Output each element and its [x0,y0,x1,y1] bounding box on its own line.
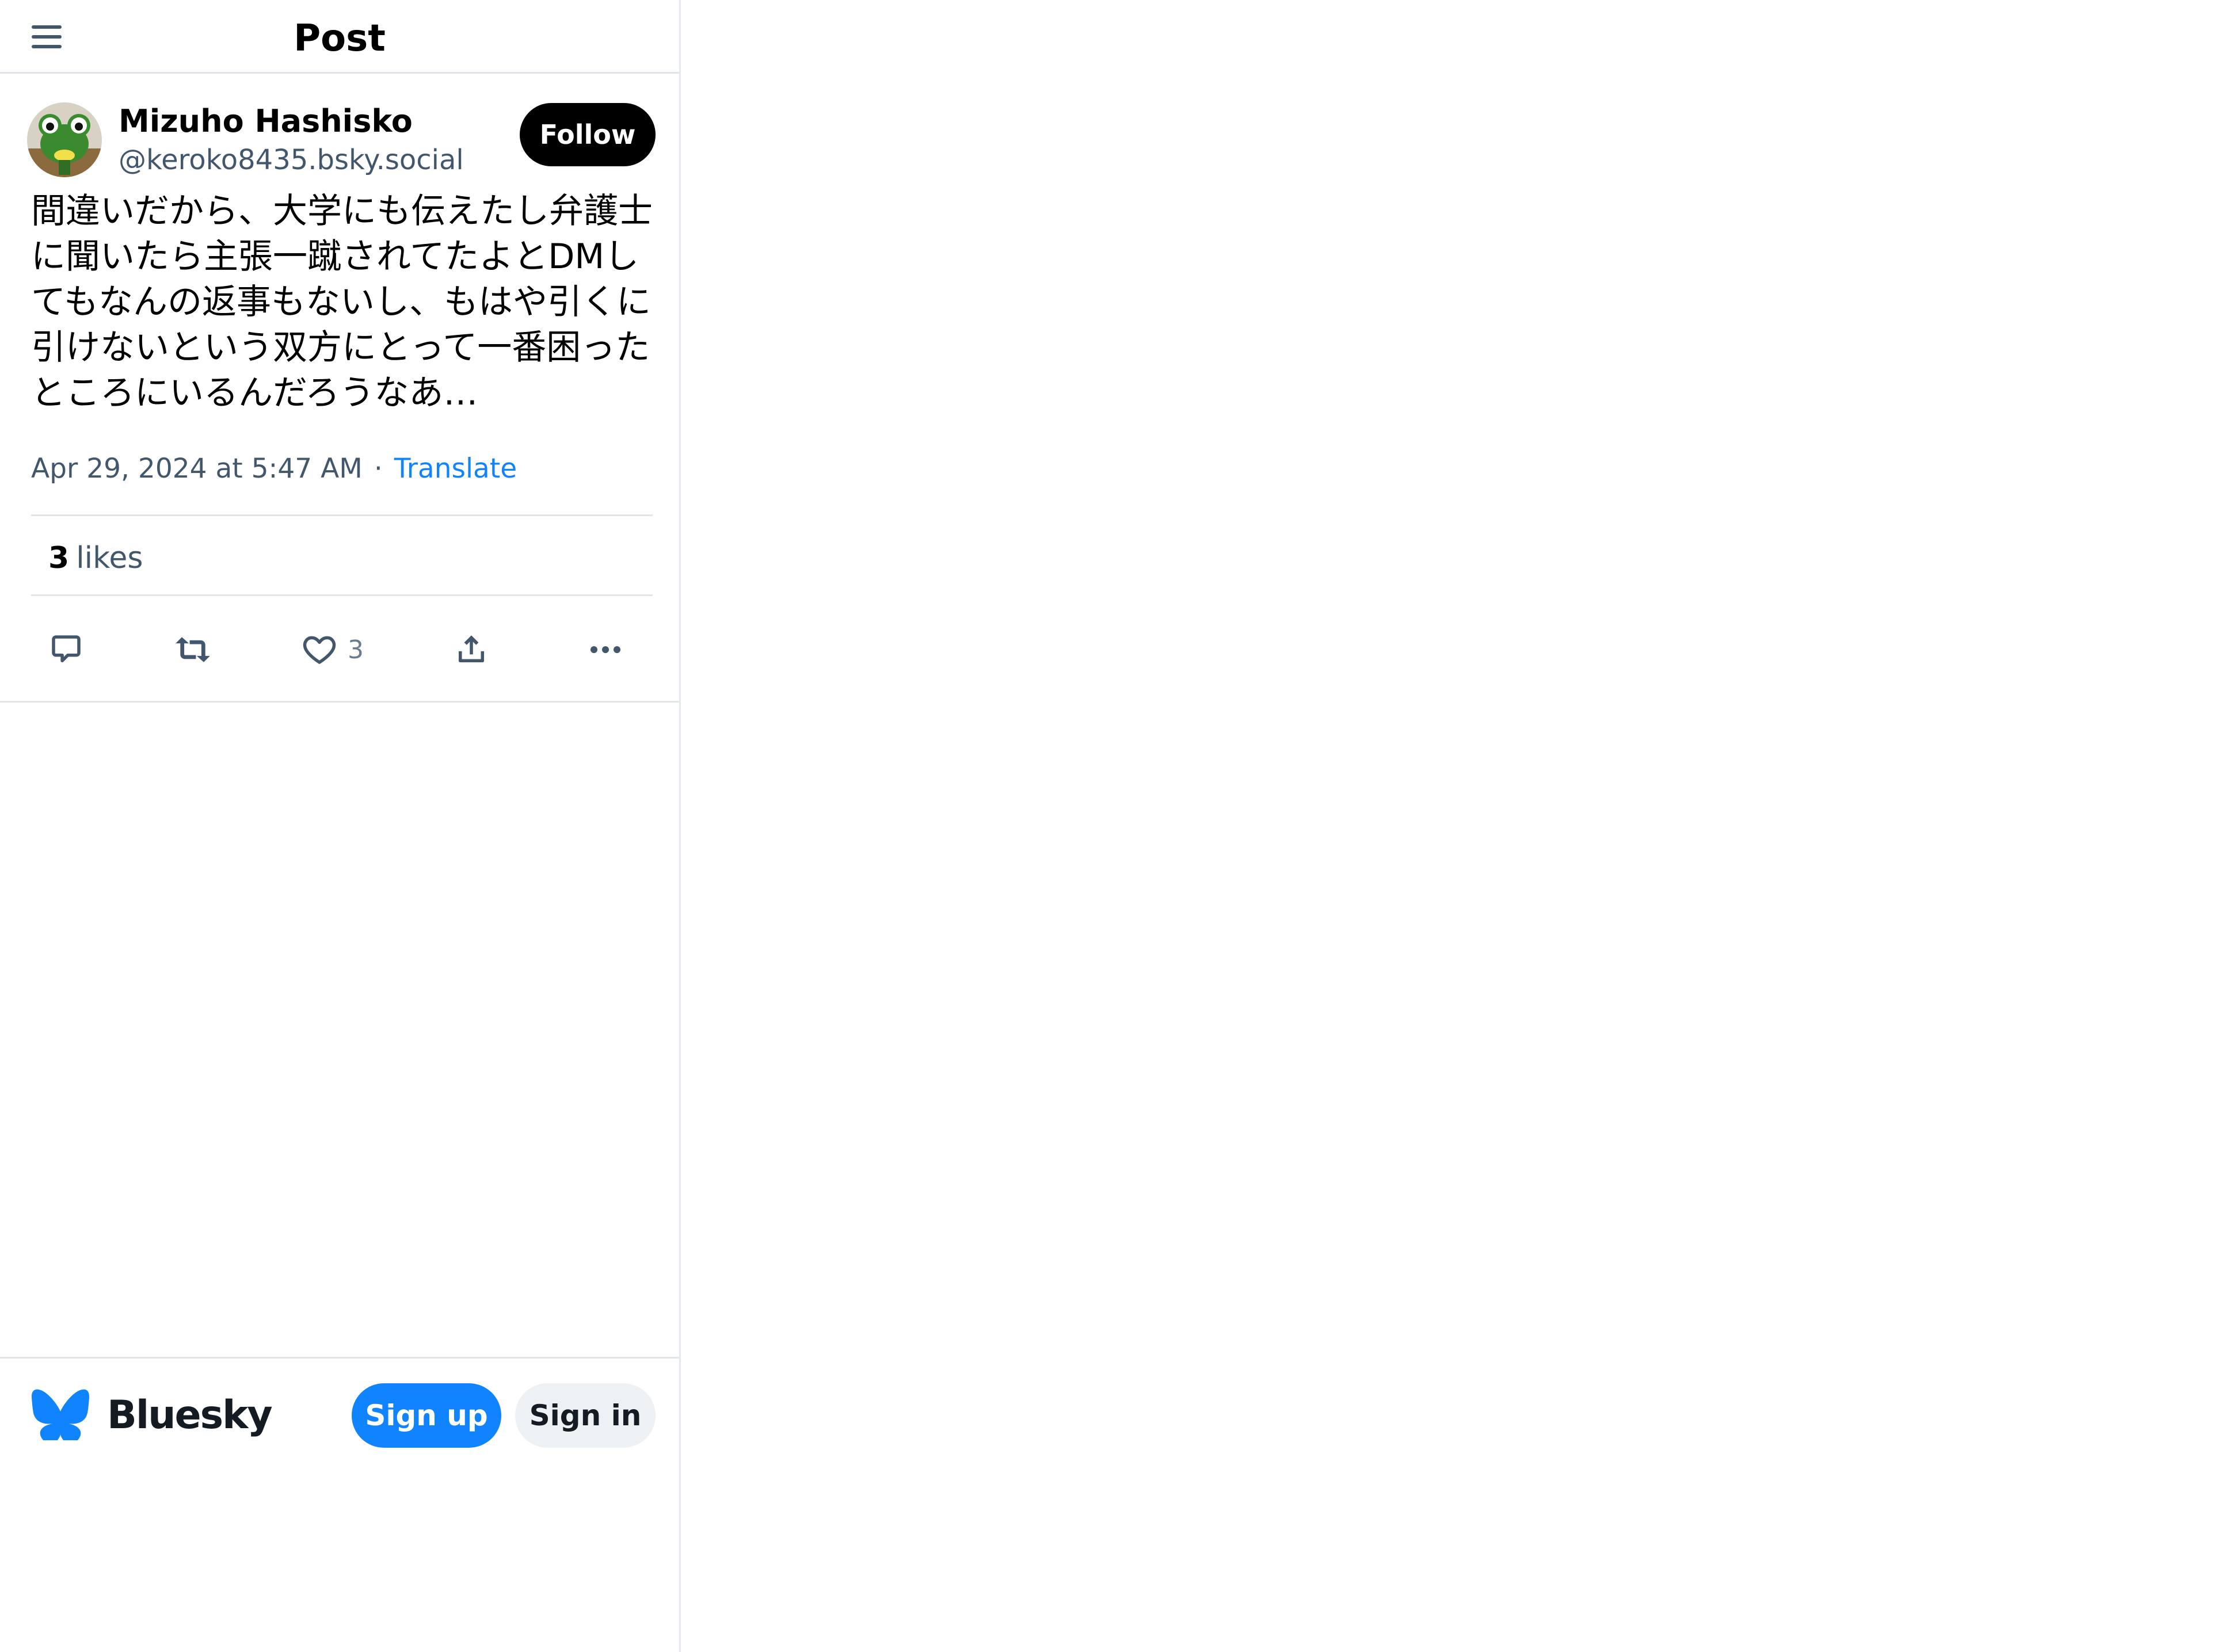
meta-separator: · [374,453,383,484]
divider [31,514,653,516]
like-button[interactable]: 3 [300,627,364,672]
reply-button[interactable] [47,627,85,672]
follow-button[interactable]: Follow [520,103,656,166]
repost-icon [176,637,210,662]
heart-icon [303,636,336,664]
butterfly-logo-icon[interactable] [32,1388,89,1444]
sign-up-button[interactable]: Sign up [352,1383,501,1448]
author-handle[interactable]: @keroko8435.bsky.social [119,141,464,179]
like-count: 3 [348,635,364,665]
brand-name[interactable]: Bluesky [107,1390,273,1441]
footer-divider [0,1357,679,1359]
divider [31,594,653,596]
post-bottom-divider [0,701,679,703]
page-title: Post [294,17,386,60]
author-avatar[interactable] [27,102,102,177]
share-icon [459,635,484,662]
reply-icon [52,635,81,662]
likes-summary[interactable]: 3 likes [48,538,143,578]
sign-in-button[interactable]: Sign in [515,1383,656,1448]
more-options-button[interactable] [588,627,623,672]
likes-label: likes [76,541,143,575]
translate-link[interactable]: Translate [394,453,517,484]
post-timestamp: Apr 29, 2024 at 5:47 AM [31,453,363,484]
author-display-name[interactable]: Mizuho Hashisko [119,101,413,142]
post-meta: Apr 29, 2024 at 5:47 AM · Translate [31,450,517,488]
frog-avatar-icon [27,102,102,177]
share-button[interactable] [452,627,490,672]
main-column: Post Mizuho Hashisko @keroko8435.bsky.so… [0,0,681,1652]
top-bar: Post [0,0,679,74]
post-text: 間違いだから、大学にも伝えたし弁護士に聞いたら主張一蹴されてたよとDMしてもなん… [31,191,653,413]
more-options-icon [591,646,620,653]
repost-button[interactable] [171,627,215,672]
likes-count: 3 [48,541,70,575]
